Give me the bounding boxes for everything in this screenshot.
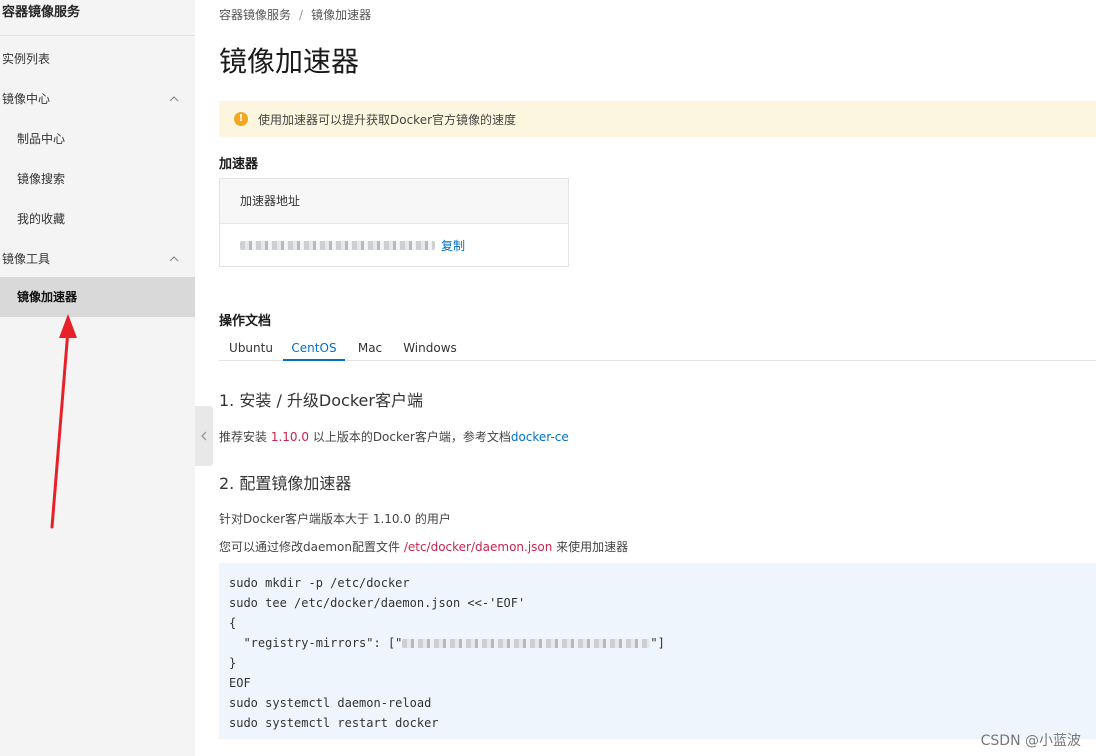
chevron-up-icon (169, 96, 179, 102)
breadcrumb-separator: / (299, 8, 304, 22)
page-title: 镜像加速器 (219, 45, 360, 78)
code-line: { (229, 616, 237, 630)
sidebar-item-label: 镜像工具 (2, 252, 51, 266)
sidebar-item-image-accelerator[interactable]: 镜像加速器 (0, 277, 195, 317)
copy-link[interactable]: 复制 (441, 237, 465, 254)
docs-tabs: Ubuntu CentOS Mac Windows (219, 335, 1096, 361)
sidebar-item-instances[interactable]: 实例列表 (0, 39, 195, 79)
step2-line2: 您可以通过修改daemon配置文件 /etc/docker/daemon.jso… (219, 538, 628, 555)
chevron-up-icon (169, 256, 179, 262)
mirror-url-redacted (402, 639, 651, 648)
code-line: EOF (229, 676, 251, 690)
version-number: 1.10.0 (270, 430, 309, 444)
sidebar-collapse-button[interactable] (195, 406, 213, 466)
docs-heading: 操作文档 (219, 314, 272, 329)
code-line-mirrors: "registry-mirrors": [" "] (229, 633, 1086, 653)
code-mirrors-prefix: "registry-mirrors": [" (229, 636, 403, 650)
step2-title: 2. 配置镜像加速器 (219, 474, 352, 493)
sidebar-item-artifact-center[interactable]: 制品中心 (0, 119, 195, 159)
code-line: sudo systemctl restart docker (229, 716, 439, 730)
sidebar-item-image-tools[interactable]: 镜像工具 (0, 239, 195, 279)
docker-ce-link[interactable]: docker-ce (511, 430, 569, 444)
watermark: CSDN @小蓝波 (980, 733, 1081, 749)
sidebar-item-label: 镜像中心 (2, 92, 51, 106)
step1-text-before: 推荐安装 (219, 430, 271, 444)
accelerator-address-redacted (240, 241, 435, 250)
sidebar-title: 容器镜像服务 (0, 0, 195, 36)
code-line: sudo tee /etc/docker/daemon.json <<-'EOF… (229, 596, 526, 610)
chevron-left-icon (201, 431, 207, 441)
code-line: sudo systemctl daemon-reload (229, 696, 432, 710)
code-block: sudo mkdir -p /etc/docker sudo tee /etc/… (219, 563, 1096, 739)
sidebar-item-label: 制品中心 (17, 132, 66, 146)
breadcrumb-current: 镜像加速器 (311, 8, 372, 22)
daemon-json-path: /etc/docker/daemon.json (403, 540, 553, 554)
tab-mac[interactable]: Mac (345, 335, 395, 361)
step2-text-after: 来使用加速器 (552, 540, 629, 554)
step2-line1: 针对Docker客户端版本大于 1.10.0 的用户 (219, 512, 451, 526)
code-line: sudo mkdir -p /etc/docker (229, 576, 410, 590)
accelerator-address-row: 复制 (220, 224, 568, 267)
breadcrumb-root[interactable]: 容器镜像服务 (219, 8, 291, 22)
warning-icon: ! (234, 112, 248, 126)
sidebar-item-image-center[interactable]: 镜像中心 (0, 79, 195, 119)
accelerator-box: 加速器地址 复制 (219, 178, 569, 267)
breadcrumb: 容器镜像服务 / 镜像加速器 (219, 6, 371, 23)
sidebar-item-label: 实例列表 (2, 52, 51, 66)
step1-text-after: 以上版本的Docker客户端，参考文档 (309, 430, 511, 444)
sidebar-item-label: 我的收藏 (17, 212, 66, 226)
sidebar-item-favorites[interactable]: 我的收藏 (0, 199, 195, 239)
code-mirrors-suffix: "] (650, 636, 665, 650)
accelerator-box-header: 加速器地址 (220, 179, 568, 224)
sidebar: 容器镜像服务 实例列表 镜像中心 制品中心 镜像搜索 我的收藏 镜像工具 镜像加… (0, 0, 195, 756)
sidebar-item-label: 镜像加速器 (17, 290, 78, 304)
code-line: } (229, 656, 237, 670)
tab-windows[interactable]: Windows (395, 335, 465, 361)
accelerator-heading: 加速器 (219, 157, 259, 172)
alert-text: 使用加速器可以提升获取Docker官方镜像的速度 (258, 112, 517, 127)
step1-title: 1. 安装 / 升级Docker客户端 (219, 391, 423, 410)
tab-ubuntu[interactable]: Ubuntu (219, 335, 283, 361)
sidebar-item-label: 镜像搜索 (17, 172, 66, 186)
step1-text: 推荐安装 1.10.0 以上版本的Docker客户端，参考文档docker-ce (219, 428, 569, 445)
step2-text-before: 您可以通过修改daemon配置文件 (219, 540, 404, 554)
sidebar-item-image-search[interactable]: 镜像搜索 (0, 159, 195, 199)
info-alert: ! 使用加速器可以提升获取Docker官方镜像的速度 (219, 101, 1096, 137)
tab-centos[interactable]: CentOS (283, 335, 345, 361)
